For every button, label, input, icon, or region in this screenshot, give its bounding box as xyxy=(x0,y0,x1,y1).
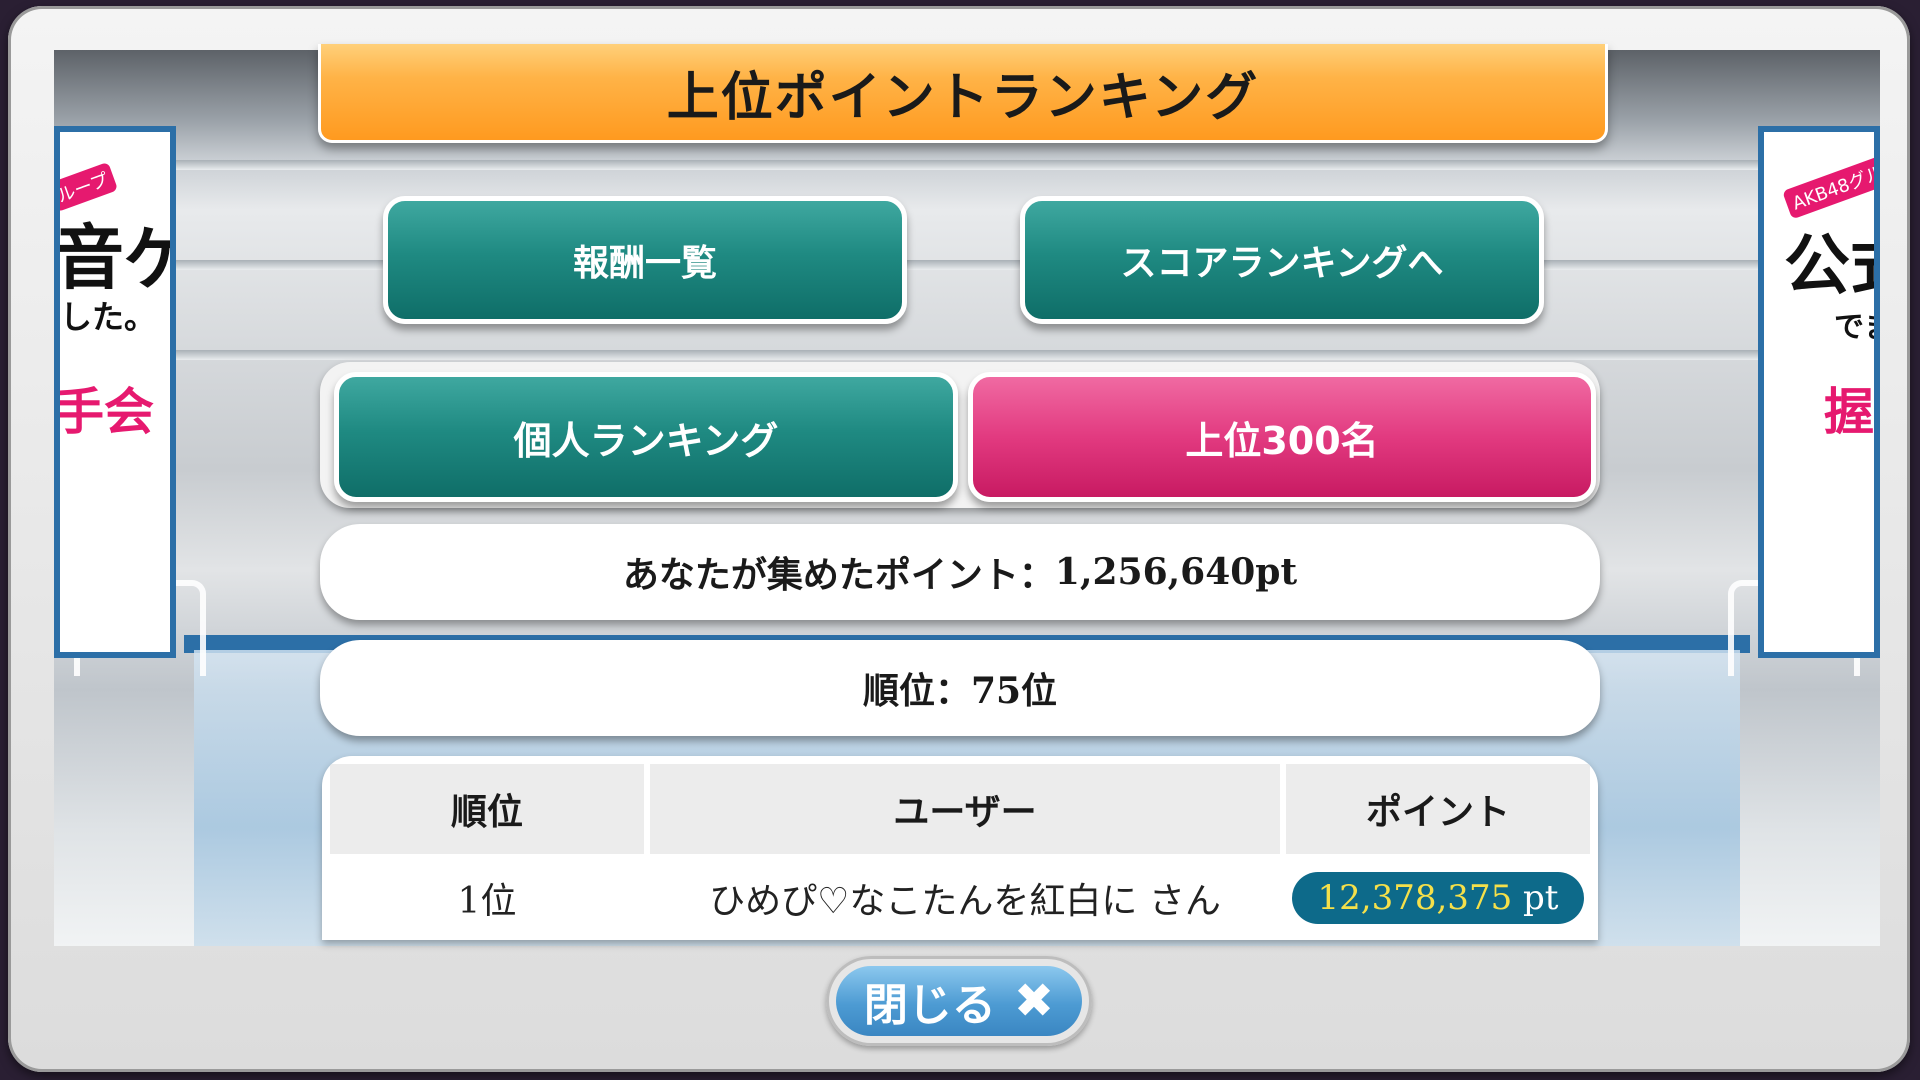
stage-beam xyxy=(54,260,1880,270)
score-ranking-button[interactable]: スコアランキングへ xyxy=(1020,196,1544,324)
banner-sub-text: 手会 xyxy=(54,383,154,441)
close-button[interactable]: 閉じる ✖ xyxy=(826,956,1092,1046)
tab-top300-label: 上位300名 xyxy=(1185,418,1379,463)
banner-big-text: 公式 xyxy=(1784,227,1874,304)
header-rank: 順位 xyxy=(330,764,644,854)
banner-big-text: 音ゲ xyxy=(54,217,170,299)
row-rank: 1位 xyxy=(457,881,517,922)
title-bar: 上位ポイントランキング xyxy=(318,44,1608,143)
header-points: ポイント xyxy=(1286,764,1590,854)
rewards-list-label: 報酬一覧 xyxy=(572,243,717,284)
collected-points-panel: あなたが集めたポイント： 1,256,640pt xyxy=(320,524,1600,620)
page-title: 上位ポイントランキング xyxy=(666,67,1260,128)
tab-personal-ranking-label: 個人ランキング xyxy=(513,418,779,463)
collected-points-label: あなたが集めたポイント： xyxy=(622,555,1055,596)
banner-sub-text: 握手 xyxy=(1824,383,1874,441)
row-points: 12,378,375 pt xyxy=(1286,856,1590,940)
banner-small-text: でまし xyxy=(1834,310,1874,345)
user-rank-label: 順位： xyxy=(862,671,971,712)
user-rank-panel: 順位： 75位 xyxy=(320,640,1600,736)
close-button-label: 閉じる xyxy=(863,980,996,1031)
score-ranking-label: スコアランキングへ xyxy=(1120,243,1444,284)
banner-tag: AKB48グル xyxy=(1782,154,1874,220)
points-badge-value: 12,378,375 xyxy=(1317,878,1513,918)
stage-beam xyxy=(54,160,1880,170)
table-row: 1位 ひめぴ♡なこたんを紅白に さん 12,378,375 pt xyxy=(330,856,1590,940)
ranking-table: 順位 ユーザー ポイント 1位 ひめぴ♡なこたんを紅白に さん 12,378,3… xyxy=(322,756,1598,940)
row-user[interactable]: ひめぴ♡なこたんを紅白に さん xyxy=(650,856,1280,940)
header-user: ユーザー xyxy=(650,764,1280,854)
right-stage-banner: AKB48グル 公式 でまし 握手 xyxy=(1758,126,1880,658)
banner-small-text: した。 xyxy=(60,298,157,336)
table-header: 順位 ユーザー ポイント xyxy=(330,764,1590,854)
close-button-face: 閉じる ✖ xyxy=(836,966,1082,1036)
rewards-list-button[interactable]: 報酬一覧 xyxy=(383,196,907,324)
points-badge-unit: pt xyxy=(1523,878,1559,918)
left-stage-banner: ループ 音ゲ した。 手会 xyxy=(54,126,176,658)
user-rank-value: 75位 xyxy=(970,670,1058,712)
stage-beam xyxy=(54,350,1880,360)
collected-points-value: 1,256,640pt xyxy=(1054,551,1298,593)
tab-top300[interactable]: 上位300名 xyxy=(968,372,1596,502)
tab-personal-ranking[interactable]: 個人ランキング xyxy=(334,372,958,502)
points-badge: 12,378,375 pt xyxy=(1291,872,1585,924)
close-x-icon: ✖ xyxy=(1013,973,1055,1029)
